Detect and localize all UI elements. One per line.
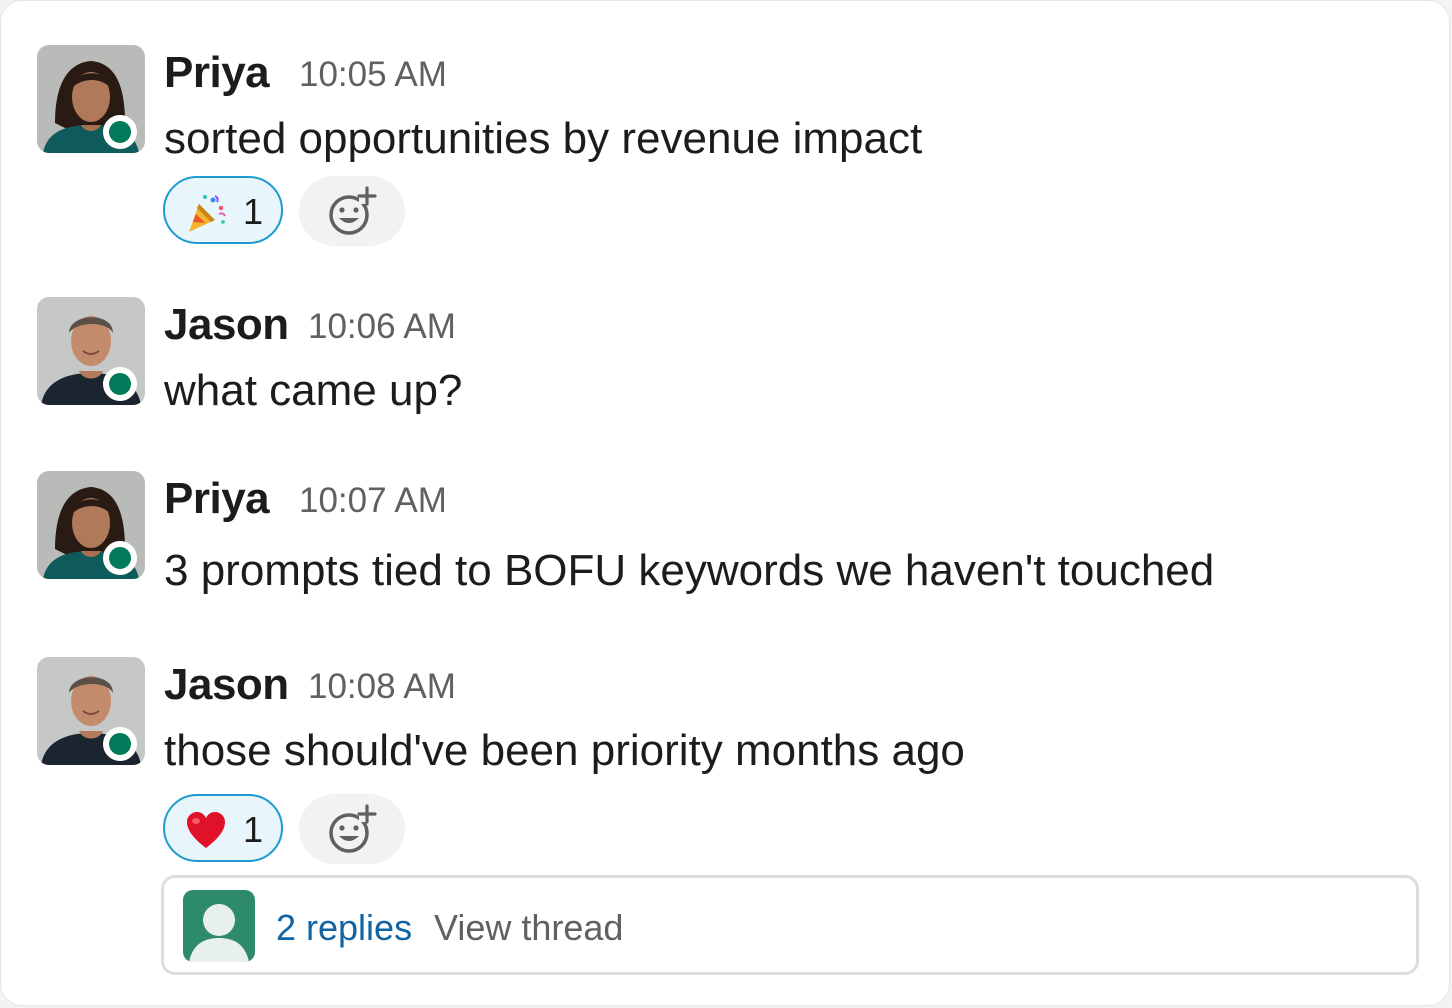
thread-summary[interactable]: 2 replies View thread [161, 875, 1419, 975]
online-status-icon [103, 367, 137, 401]
reaction-red-heart[interactable]: 1 [163, 794, 283, 862]
message-text: sorted opportunities by revenue impact [164, 114, 923, 163]
message-text: what came up? [164, 366, 463, 415]
message-text: 3 prompts tied to BOFU keywords we haven… [164, 546, 1215, 595]
online-status-icon [103, 541, 137, 575]
user-icon [183, 890, 255, 962]
message-list: Priya 10:05 AM sorted opportunities by r… [0, 0, 1450, 1006]
online-status-icon [103, 115, 137, 149]
author-name[interactable]: Priya [164, 471, 270, 527]
author-name[interactable]: Priya [164, 45, 270, 101]
red-heart-icon [187, 812, 225, 848]
author-name[interactable]: Jason [164, 657, 289, 713]
add-emoji-icon [329, 804, 377, 853]
online-status-icon [103, 727, 137, 761]
message-text: those should've been priority months ago [164, 726, 965, 775]
timestamp[interactable]: 10:08 AM [308, 663, 456, 711]
view-thread-link[interactable]: View thread [434, 904, 623, 952]
thread-participant-avatar [183, 890, 255, 962]
reaction-party-popper[interactable]: 1 [163, 176, 283, 244]
timestamp[interactable]: 10:05 AM [299, 51, 447, 99]
add-emoji-icon [329, 186, 377, 235]
party-popper-icon [189, 195, 226, 232]
add-reaction-button[interactable] [299, 794, 405, 864]
timestamp[interactable]: 10:07 AM [299, 477, 447, 525]
author-name[interactable]: Jason [164, 297, 289, 353]
reaction-count: 1 [243, 809, 264, 850]
add-reaction-button[interactable] [299, 176, 405, 246]
reaction-count: 1 [243, 191, 264, 232]
timestamp[interactable]: 10:06 AM [308, 303, 456, 351]
thread-replies-link[interactable]: 2 replies [276, 904, 412, 952]
